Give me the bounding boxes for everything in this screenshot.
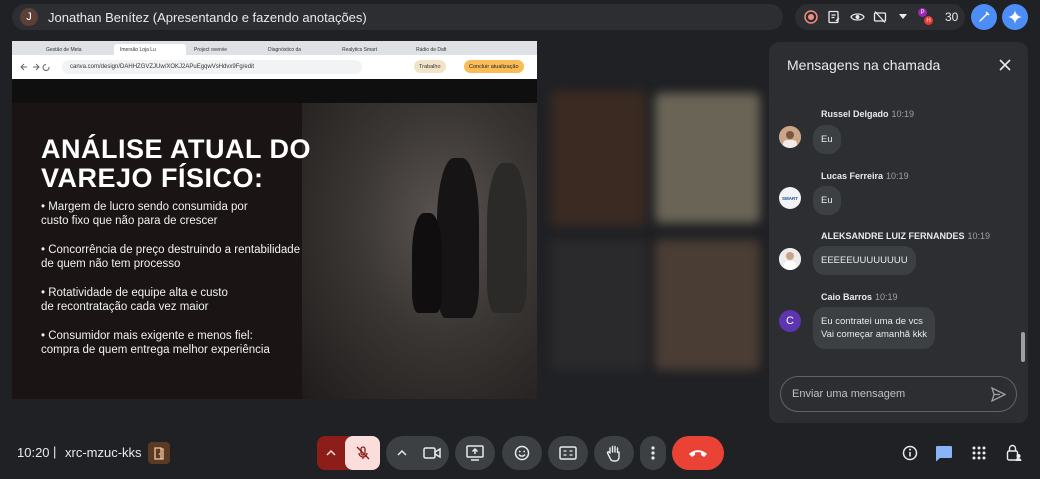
slide-bullet: • Margem de lucro sendo consumida por cus… xyxy=(41,201,248,227)
avatar xyxy=(779,248,801,270)
participant-badge-h: H xyxy=(924,16,933,25)
captions-icon xyxy=(559,446,577,460)
sender-name: Lucas Ferreira xyxy=(821,171,884,181)
avatar: SMART xyxy=(779,187,801,209)
present-screen-button[interactable] xyxy=(455,436,495,470)
close-icon[interactable] xyxy=(998,58,1012,72)
pen-icon xyxy=(979,11,990,22)
hang-up-icon xyxy=(689,450,707,457)
presenter-avatar: J xyxy=(20,8,38,26)
avatar xyxy=(779,126,801,148)
camera-options-button[interactable] xyxy=(389,436,415,470)
sender-name: Russel Delgado xyxy=(821,109,889,119)
lock-person-icon xyxy=(1006,444,1022,461)
present-screen-icon xyxy=(466,445,484,461)
chevron-up-icon xyxy=(397,450,407,456)
chat-icon xyxy=(936,445,952,461)
notes-icon[interactable] xyxy=(826,9,842,25)
chevron-down-icon[interactable] xyxy=(895,9,911,25)
participant-tile[interactable] xyxy=(551,240,646,370)
meeting-details-button[interactable] xyxy=(901,444,919,462)
meeting-indicators: P H 30 xyxy=(795,4,965,30)
chat-title: Mensagens na chamada xyxy=(787,57,941,73)
slide-title: ANÁLISE ATUAL DO VAREJO FÍSICO: xyxy=(41,134,311,193)
host-controls-button[interactable] xyxy=(1005,444,1023,462)
update-button[interactable]: Concluir atualização xyxy=(464,60,524,73)
profile-work-button[interactable]: Trabalho xyxy=(414,60,446,73)
presenter-bar[interactable]: J Jonathan Benítez (Apresentando e fazen… xyxy=(12,4,783,30)
sender-name: Caio Barros xyxy=(821,292,873,302)
store-photo xyxy=(302,103,537,399)
emoji-icon xyxy=(514,445,530,461)
sharing-off-icon[interactable] xyxy=(872,9,888,25)
message-time: 10:19 xyxy=(967,231,991,241)
info-icon xyxy=(902,445,918,461)
browser-tab[interactable]: Realytics Smart xyxy=(336,44,408,55)
participant-tile[interactable] xyxy=(655,240,760,370)
microphone-off-button[interactable] xyxy=(345,436,380,470)
apps-grid-icon xyxy=(972,446,986,460)
chevron-up-icon xyxy=(326,450,336,456)
message-input[interactable] xyxy=(792,386,982,402)
mic-off-icon xyxy=(356,446,369,460)
browser-tab-active[interactable]: Imersão Loja Lu xyxy=(114,44,186,55)
slide-bullet: • Concorrência de preço destruindo a ren… xyxy=(41,244,301,270)
separator: | xyxy=(53,444,57,459)
shared-screen: Gestão de Meta Imersão Loja Lu Project o… xyxy=(12,41,537,399)
reactions-button[interactable] xyxy=(502,436,542,470)
slide-bullet: • Consumidor mais exigente e menos fiel:… xyxy=(41,330,270,356)
slide-bullet: • Rotatividade de equipe alta e custo de … xyxy=(41,287,228,313)
url-bar[interactable]: canva.com/design/DAHHZGVZJUw/XOKJ2APuEgq… xyxy=(62,60,362,74)
message-time: 10:19 xyxy=(891,109,915,119)
participant-tile[interactable] xyxy=(551,91,646,226)
room-icon[interactable] xyxy=(148,442,170,464)
send-icon[interactable] xyxy=(990,386,1007,403)
participant-avatars[interactable]: P H xyxy=(918,8,936,26)
browser-tab-strip: Gestão de Meta Imersão Loja Lu Project o… xyxy=(12,41,537,55)
gemini-button[interactable] xyxy=(1002,4,1028,30)
meeting-code: xrc-mzuc-kks xyxy=(65,445,142,460)
eye-icon[interactable] xyxy=(849,9,865,25)
captions-button[interactable] xyxy=(548,436,588,470)
meeting-clock: 10:20 xyxy=(17,445,50,460)
more-vertical-icon xyxy=(651,446,655,460)
more-options-button[interactable] xyxy=(640,436,666,470)
video-camera-icon xyxy=(423,447,441,459)
participants-count: 30 xyxy=(945,10,959,24)
chat-panel: Mensagens na chamada Russel Delgado 10:19… xyxy=(769,42,1028,423)
message-time: 10:19 xyxy=(875,292,898,302)
avatar: C xyxy=(779,310,801,332)
message-bubble: EEEEEUUUUUUUU xyxy=(813,246,916,275)
browser-tab[interactable]: Gestão de Meta xyxy=(40,44,112,55)
slide-bullet-list: • Margem de lucro sendo consumida por cus… xyxy=(41,200,331,372)
chat-scrollbar[interactable] xyxy=(1021,332,1025,362)
browser-tab[interactable]: Project overvie xyxy=(188,44,260,55)
raise-hand-button[interactable] xyxy=(594,436,634,470)
presenter-label: Jonathan Benítez (Apresentando e fazendo… xyxy=(48,9,367,25)
sender-name: ALEKSANDRE LUIZ FERNANDES xyxy=(821,231,965,241)
chat-button[interactable] xyxy=(935,444,953,462)
nav-arrows-icon xyxy=(20,63,50,71)
browser-tab[interactable]: Rádio de Daft xyxy=(410,44,482,55)
browser-toolbar: canva.com/design/DAHHZGVZJUw/XOKJ2APuEgq… xyxy=(12,55,537,79)
message-bubble: Eu xyxy=(813,186,841,215)
browser-tab[interactable]: Diagnóstico da xyxy=(262,44,334,55)
camera-button[interactable] xyxy=(416,436,448,470)
record-icon[interactable] xyxy=(803,9,819,25)
chat-input-box[interactable] xyxy=(780,376,1017,412)
participant-tile[interactable] xyxy=(655,93,760,223)
end-call-button[interactable] xyxy=(672,436,724,470)
mic-options-button[interactable] xyxy=(317,436,345,470)
meet-window: J Jonathan Benítez (Apresentando e fazen… xyxy=(0,0,1040,479)
message-time: 10:19 xyxy=(886,171,909,181)
hand-icon xyxy=(606,445,620,462)
gemini-sparkle-icon xyxy=(1008,10,1022,24)
pen-tool-button[interactable] xyxy=(971,4,997,30)
activities-button[interactable] xyxy=(970,444,988,462)
message-bubble: Eu xyxy=(813,125,841,154)
participant-tiles xyxy=(543,85,765,375)
presentation-slide: ANÁLISE ATUAL DO VAREJO FÍSICO: • Margem… xyxy=(12,103,537,399)
message-bubble: Eu contratei uma de vcs Vai começar aman… xyxy=(813,307,935,349)
